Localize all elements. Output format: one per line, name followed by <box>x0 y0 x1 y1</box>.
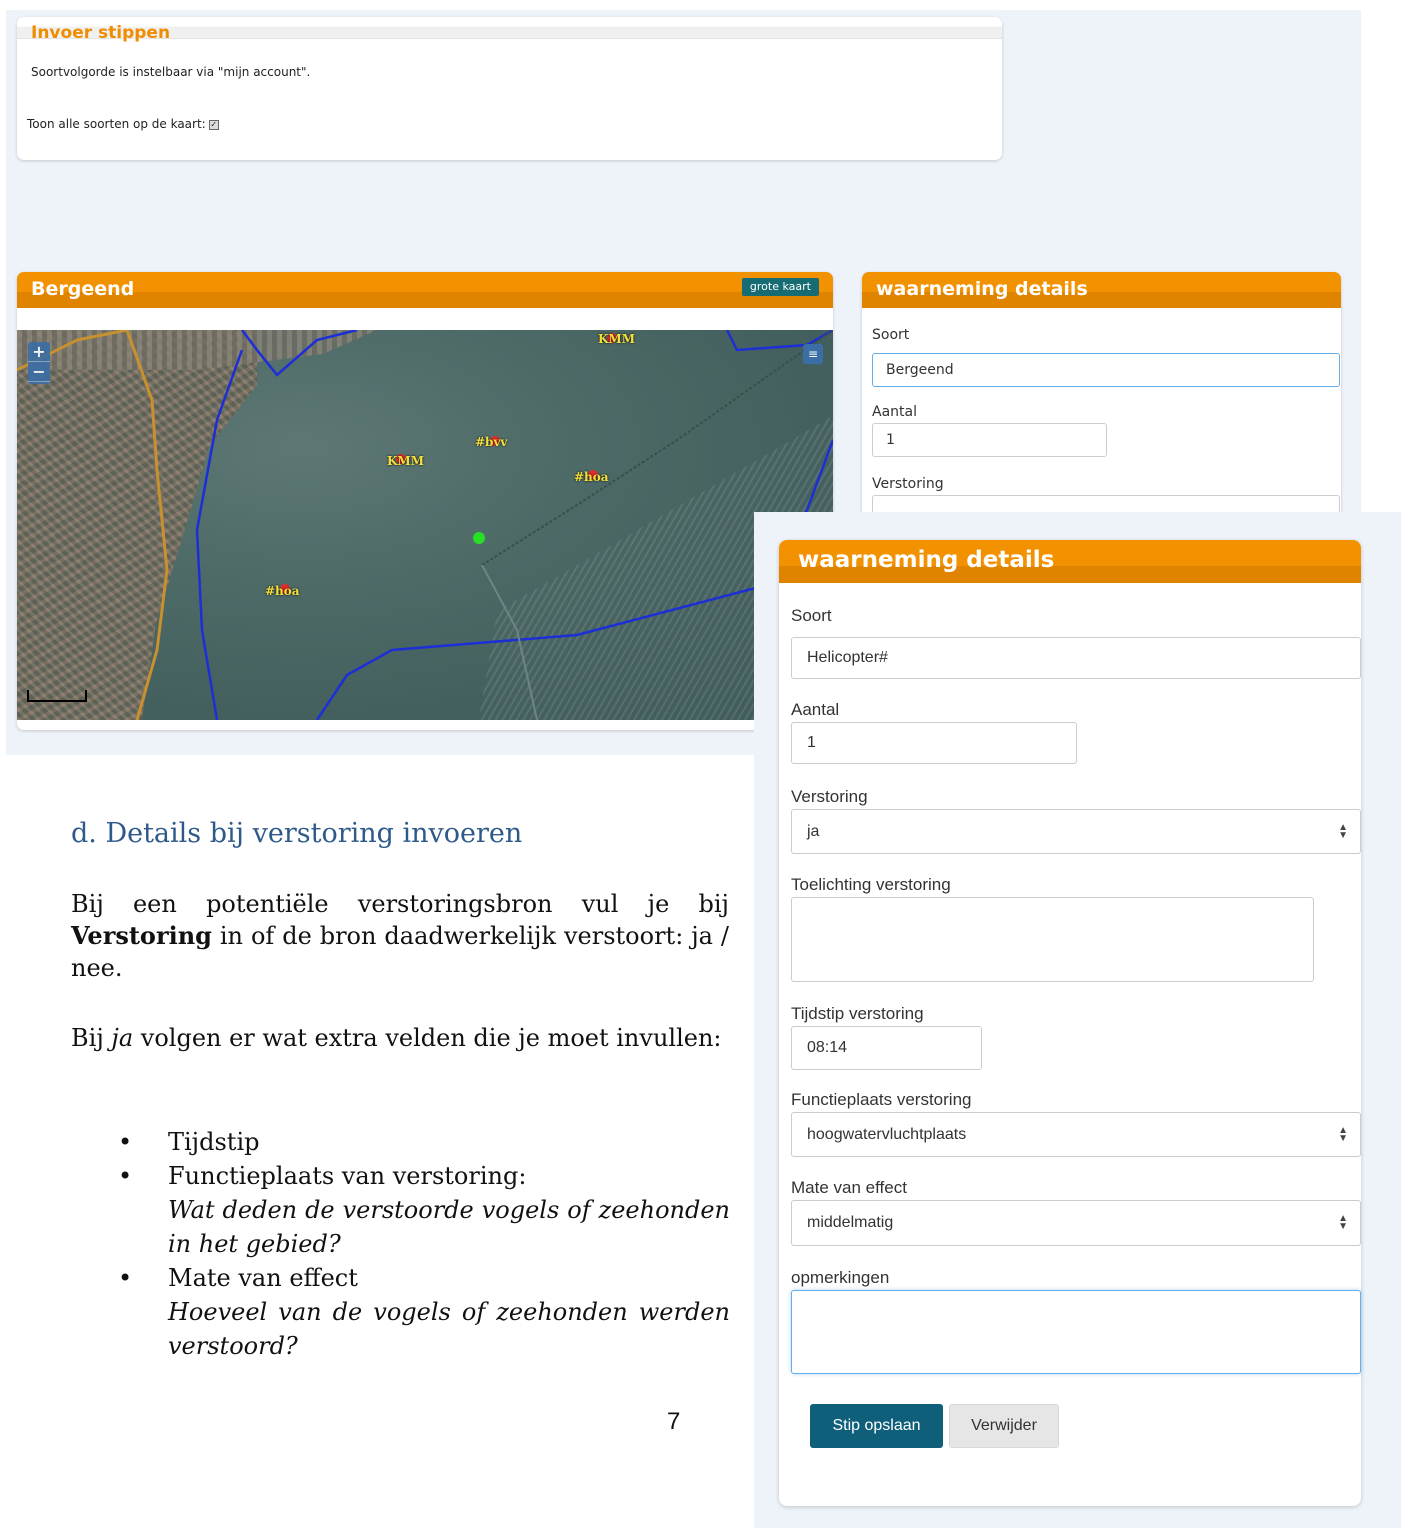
sort-order-note: Soortvolgorde is instelbaar via "mijn ac… <box>31 65 311 79</box>
save-dot-button[interactable]: Stip opslaan <box>810 1404 943 1448</box>
map-marker-label[interactable]: KMM <box>598 332 635 346</box>
map-marker-label[interactable]: #hoa <box>265 584 300 598</box>
small-aantal-label: Aantal <box>872 404 917 420</box>
small-soort-input[interactable]: Bergeend <box>872 353 1340 387</box>
small-verstoring-label: Verstoring <box>872 476 944 492</box>
map-scale-bar <box>27 690 87 702</box>
show-all-species-label: Toon alle soorten op de kaart: <box>27 117 206 131</box>
tijdstip-input[interactable]: 08:14 <box>791 1026 982 1070</box>
opmerkingen-label: opmerkingen <box>791 1268 890 1287</box>
show-all-species-checkbox[interactable]: ✓ <box>208 119 219 130</box>
functieplaats-select[interactable]: hoogwatervluchtplaats ▲ ▼ <box>791 1112 1361 1157</box>
select-arrows-icon: ▲ ▼ <box>1338 1124 1348 1144</box>
aantal-label: Aantal <box>791 700 840 719</box>
paragraph-1-start: Bij een potentiële verstoringsbron vul j… <box>71 890 729 918</box>
map-marker-label[interactable]: #bvv <box>475 435 507 449</box>
small-verstoring-select[interactable] <box>872 495 1340 512</box>
bullet-list: Tijdstip Functieplaats van verstoring: W… <box>118 1125 730 1363</box>
bullet-item: Mate van effect Hoeveel van de vogels of… <box>118 1261 730 1363</box>
bullet-item: Functieplaats van verstoring: Wat deden … <box>118 1159 730 1261</box>
verstoring-select[interactable]: ja ▲ ▼ <box>791 809 1361 854</box>
toelichting-label: Toelichting verstoring <box>791 875 951 894</box>
map-marker-label[interactable]: #hoa <box>574 470 609 484</box>
bullet-sub: Hoeveel van de vogels of zeehonden werde… <box>168 1298 730 1360</box>
show-all-species-row: Toon alle soorten op de kaart: ✓ <box>27 117 219 131</box>
zoom-in-button[interactable]: + <box>28 342 50 362</box>
map-panel-title: Bergeend <box>31 278 135 300</box>
paragraph-2-start: Bij <box>71 1024 112 1052</box>
delete-button[interactable]: Verwijder <box>949 1404 1059 1448</box>
invoer-stippen-title: Invoer stippen <box>17 17 1002 43</box>
map-boundary-west <box>195 349 244 720</box>
select-arrows-icon: ▲ ▼ <box>1338 821 1348 841</box>
satellite-map[interactable] <box>17 330 833 720</box>
map-marker-label[interactable]: KMM <box>387 454 424 468</box>
verstoring-label: Verstoring <box>791 787 868 806</box>
paragraph-2-italic: ja <box>111 1024 134 1052</box>
zoom-out-button[interactable]: − <box>28 362 50 382</box>
small-details-header: waarneming details <box>862 272 1341 308</box>
page-number: 7 <box>667 1408 681 1435</box>
small-aantal-input[interactable]: 1 <box>872 423 1107 457</box>
soort-input[interactable]: Helicopter# <box>791 637 1361 679</box>
effect-value: middelmatig <box>807 1214 894 1231</box>
select-arrows-icon: ▲ ▼ <box>1338 1213 1348 1232</box>
details-form-title: waarneming details <box>779 540 1361 583</box>
soort-label: Soort <box>791 606 832 625</box>
functieplaats-label: Functieplaats verstoring <box>791 1090 972 1109</box>
functieplaats-value: hoogwatervluchtplaats <box>807 1125 967 1143</box>
map-zoom-control: + − <box>28 342 50 384</box>
current-location-dot[interactable] <box>473 532 485 544</box>
map-panel-header: Bergeend grote kaart <box>17 272 833 308</box>
paragraph-2-end: volgen er wat extra velden die je moet i… <box>133 1024 722 1052</box>
section-heading: d. Details bij verstoring invoeren <box>71 818 523 849</box>
map-boundaries <box>17 330 833 720</box>
bullet-item: Tijdstip <box>118 1125 730 1159</box>
bullet-main: Functieplaats van verstoring: <box>168 1162 527 1190</box>
bullet-main: Tijdstip <box>168 1128 260 1156</box>
opmerkingen-textarea[interactable] <box>791 1290 1361 1374</box>
effect-select[interactable]: middelmatig ▲ ▼ <box>791 1200 1361 1246</box>
small-soort-label: Soort <box>872 327 910 343</box>
effect-label: Mate van effect <box>791 1178 907 1197</box>
bullet-main: Mate van effect <box>168 1264 358 1292</box>
layers-icon[interactable]: ≡ <box>803 344 823 364</box>
paragraph-1-bold: Verstoring <box>71 921 212 950</box>
paragraph-extra-fields: Bij ja volgen er wat extra velden die je… <box>71 1022 729 1054</box>
toelichting-textarea[interactable] <box>791 897 1314 982</box>
aantal-input[interactable]: 1 <box>791 722 1077 764</box>
big-map-button[interactable]: grote kaart <box>741 278 819 296</box>
map-road-2 <box>125 330 169 720</box>
paragraph-verstoring: Bij een potentiële verstoringsbron vul j… <box>71 888 729 984</box>
invoer-stippen-panel: Invoer stippen Soortvolgorde is instelba… <box>17 17 1002 160</box>
map-boundary-north <box>241 330 358 377</box>
verstoring-value: ja <box>807 822 820 840</box>
bullet-sub: Wat deden de verstoorde vogels of zeehon… <box>168 1196 730 1258</box>
tijdstip-label: Tijdstip verstoring <box>791 1004 924 1023</box>
